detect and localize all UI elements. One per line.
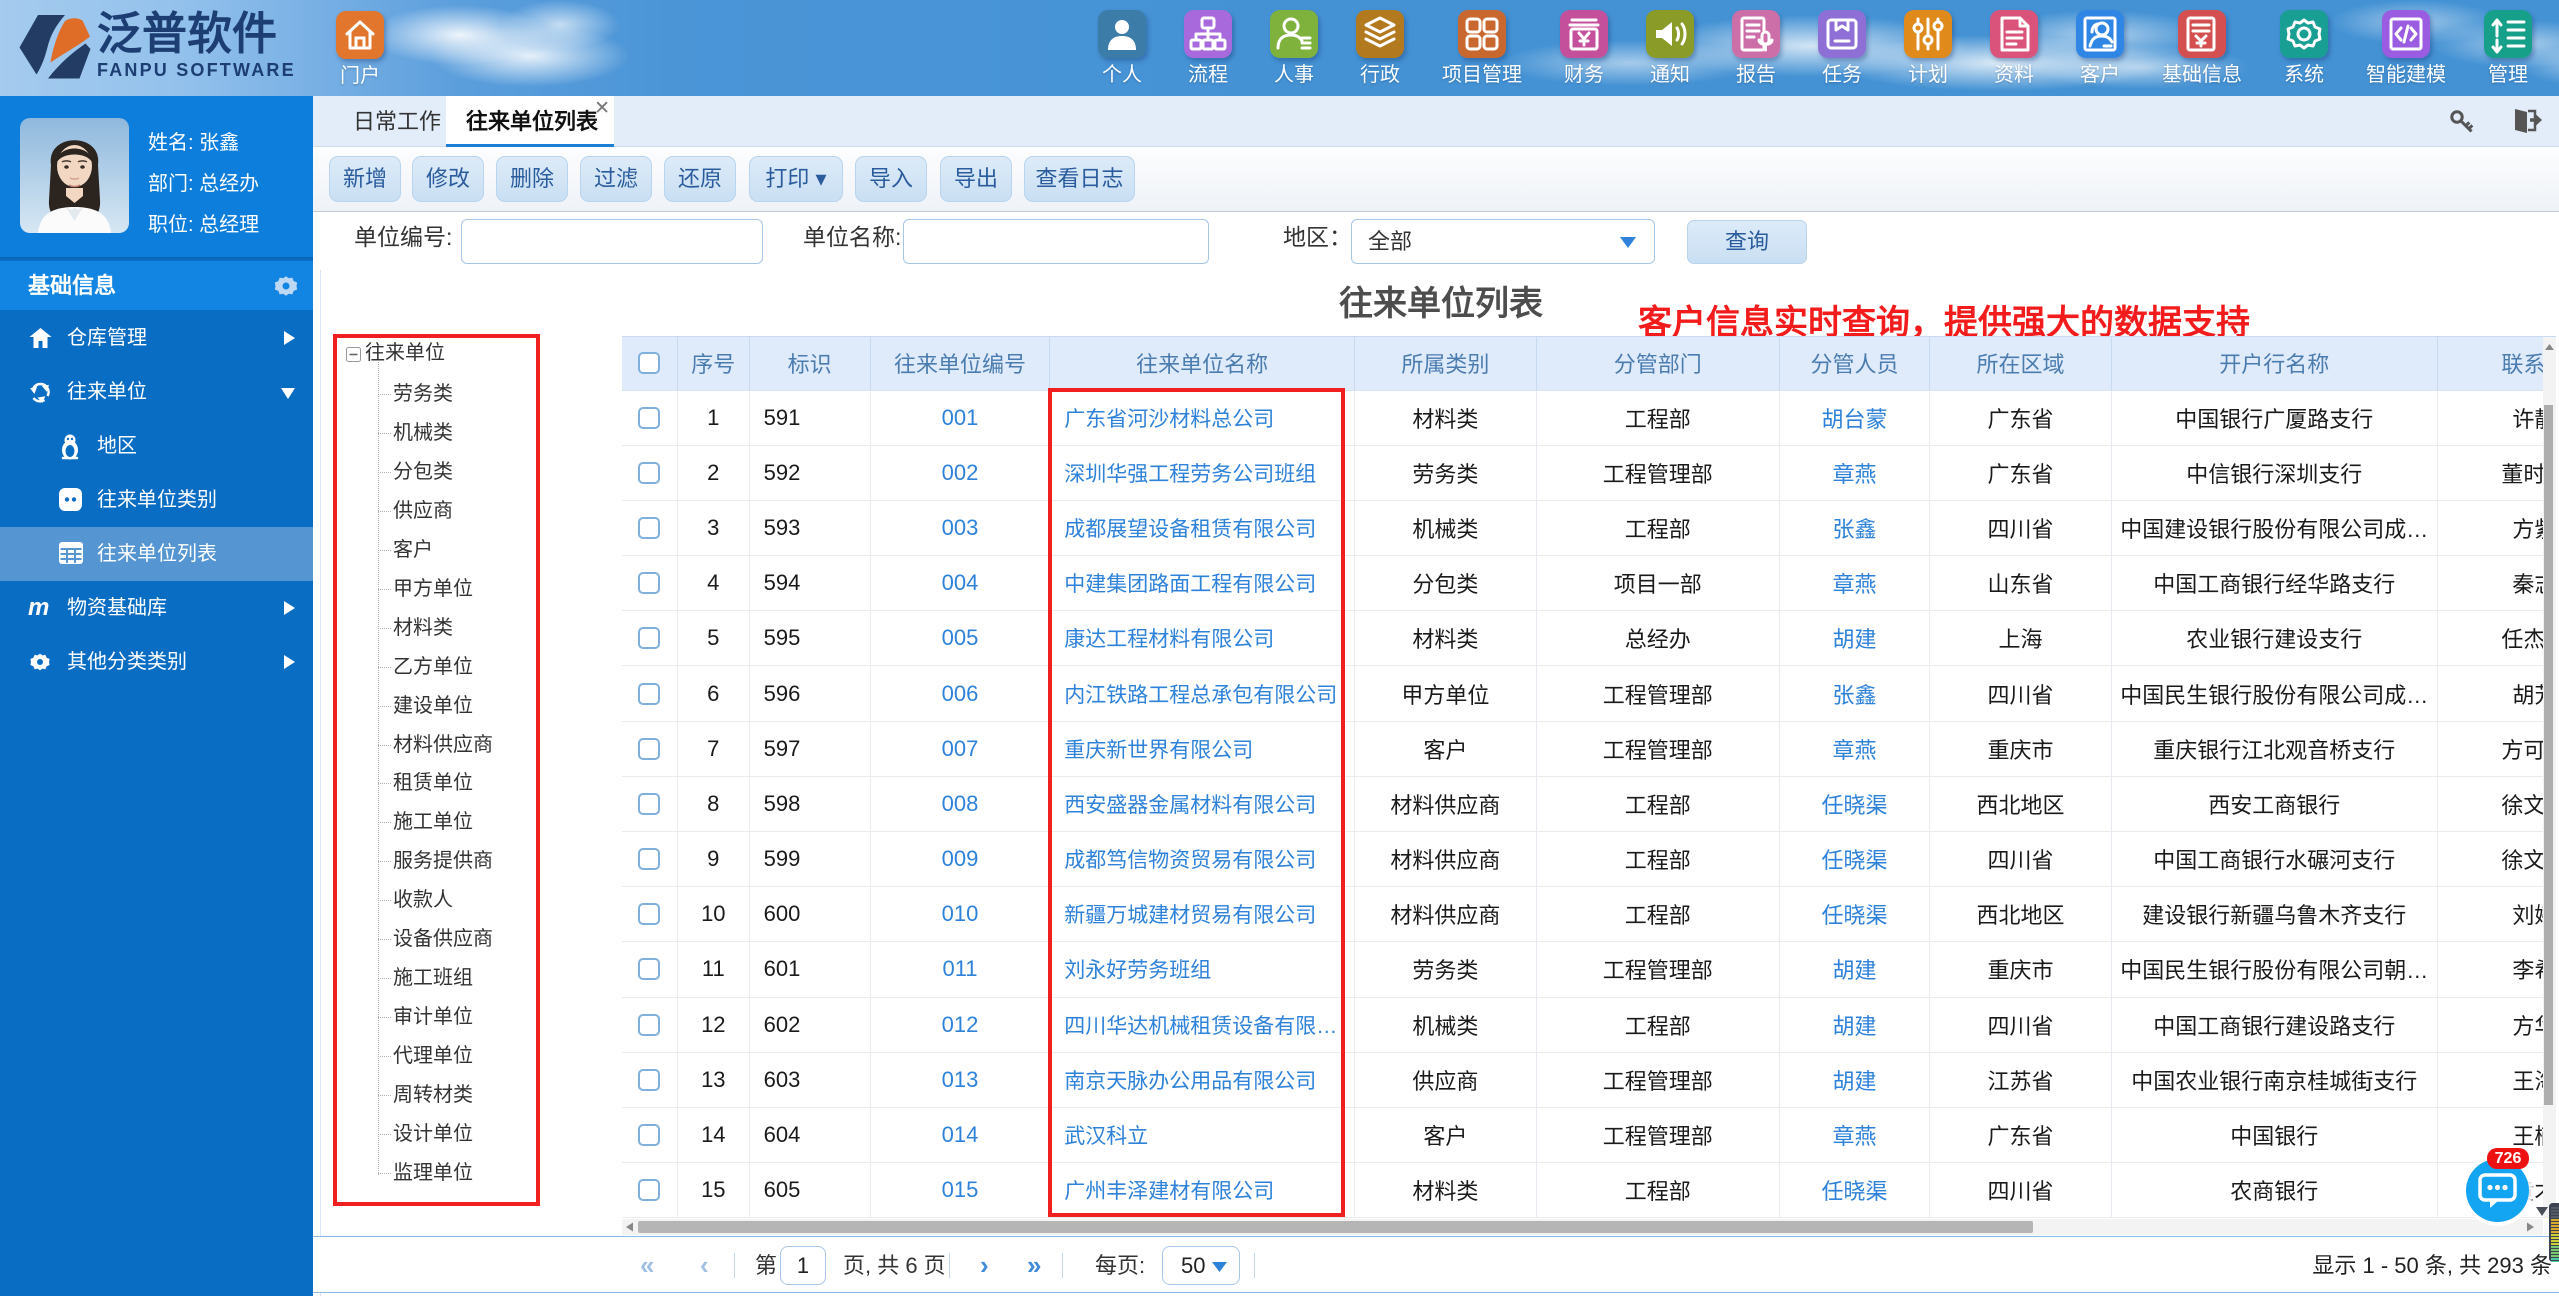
svg-text:m: m	[28, 596, 49, 618]
